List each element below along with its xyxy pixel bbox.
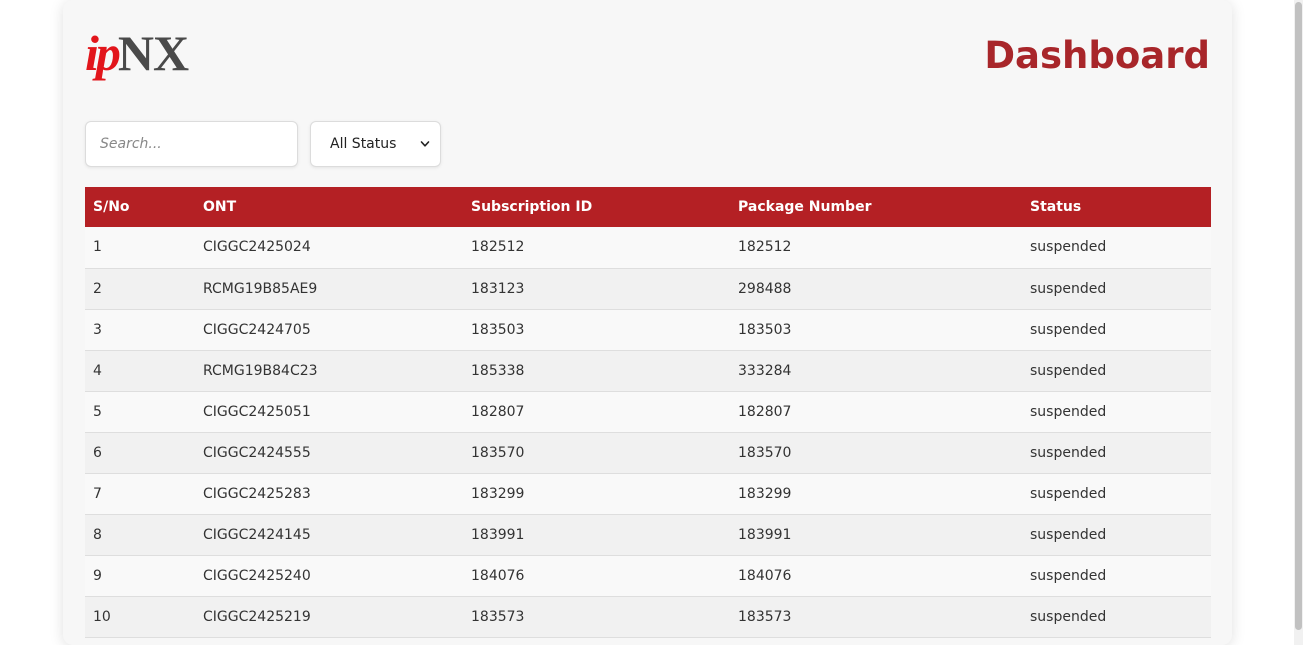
- cell-package-number: 183570: [730, 432, 1022, 474]
- cell-status: suspended: [1022, 555, 1211, 597]
- table-row[interactable]: 1 CIGGC2425024 182512 182512 suspended: [85, 227, 1211, 269]
- cell-package-number: 182512: [730, 227, 1022, 269]
- table-header-row: S/No ONT Subscription ID Package Number …: [85, 187, 1211, 227]
- scrollbar-thumb[interactable]: [1295, 2, 1302, 630]
- cell-subscription-id: 184076: [463, 555, 730, 597]
- cell-subscription-id: 183991: [463, 514, 730, 556]
- cell-ont: RCMG19B85AE9: [195, 268, 463, 310]
- column-header-package-number[interactable]: Package Number: [730, 187, 1022, 227]
- subscriptions-table: S/No ONT Subscription ID Package Number …: [85, 187, 1211, 638]
- cell-status: suspended: [1022, 596, 1211, 638]
- page-title: Dashboard: [984, 34, 1210, 77]
- cell-ont: CIGGC2425283: [195, 473, 463, 515]
- cell-status: suspended: [1022, 432, 1211, 474]
- table-row[interactable]: 7 CIGGC2425283 183299 183299 suspended: [85, 473, 1211, 515]
- cell-package-number: 184076: [730, 555, 1022, 597]
- cell-status: suspended: [1022, 514, 1211, 556]
- page-scrollbar[interactable]: [1294, 0, 1303, 645]
- ipnx-logo: ipNX: [85, 28, 235, 86]
- cell-sno: 4: [85, 350, 195, 392]
- cell-package-number: 182807: [730, 391, 1022, 433]
- cell-sno: 5: [85, 391, 195, 433]
- cell-subscription-id: 183570: [463, 432, 730, 474]
- logo-ip-text: ip: [85, 25, 121, 81]
- cell-package-number: 183573: [730, 596, 1022, 638]
- cell-ont: CIGGC2425051: [195, 391, 463, 433]
- cell-ont: RCMG19B84C23: [195, 350, 463, 392]
- cell-subscription-id: 182807: [463, 391, 730, 433]
- cell-package-number: 183503: [730, 309, 1022, 351]
- cell-status: suspended: [1022, 227, 1211, 269]
- status-filter-select[interactable]: All Status: [310, 121, 441, 167]
- column-header-status[interactable]: Status: [1022, 187, 1211, 227]
- table-row[interactable]: 6 CIGGC2424555 183570 183570 suspended: [85, 432, 1211, 474]
- column-header-subscription-id[interactable]: Subscription ID: [463, 187, 730, 227]
- table-row[interactable]: 3 CIGGC2424705 183503 183503 suspended: [85, 309, 1211, 351]
- logo-nx-text: NX: [117, 25, 189, 81]
- cell-package-number: 298488: [730, 268, 1022, 310]
- table-row[interactable]: 2 RCMG19B85AE9 183123 298488 suspended: [85, 268, 1211, 310]
- cell-package-number: 183299: [730, 473, 1022, 515]
- cell-subscription-id: 183123: [463, 268, 730, 310]
- cell-ont: CIGGC2424145: [195, 514, 463, 556]
- cell-subscription-id: 183503: [463, 309, 730, 351]
- cell-subscription-id: 182512: [463, 227, 730, 269]
- chevron-down-icon: [420, 141, 430, 147]
- table-row[interactable]: 5 CIGGC2425051 182807 182807 suspended: [85, 391, 1211, 433]
- cell-ont: CIGGC2425240: [195, 555, 463, 597]
- cell-status: suspended: [1022, 473, 1211, 515]
- cell-package-number: 333284: [730, 350, 1022, 392]
- cell-sno: 8: [85, 514, 195, 556]
- cell-sno: 1: [85, 227, 195, 269]
- cell-sno: 2: [85, 268, 195, 310]
- column-header-ont[interactable]: ONT: [195, 187, 463, 227]
- table-row[interactable]: 10 CIGGC2425219 183573 183573 suspended: [85, 596, 1211, 638]
- dashboard-card: ipNX Dashboard All Status S/No ONT Subsc…: [63, 0, 1232, 645]
- status-filter-value: All Status: [330, 136, 397, 152]
- table-row[interactable]: 4 RCMG19B84C23 185338 333284 suspended: [85, 350, 1211, 392]
- cell-package-number: 183991: [730, 514, 1022, 556]
- cell-status: suspended: [1022, 309, 1211, 351]
- cell-ont: CIGGC2425024: [195, 227, 463, 269]
- table-row[interactable]: 8 CIGGC2424145 183991 183991 suspended: [85, 514, 1211, 556]
- search-input[interactable]: [85, 121, 298, 167]
- column-header-sno[interactable]: S/No: [85, 187, 195, 227]
- cell-ont: CIGGC2424705: [195, 309, 463, 351]
- cell-status: suspended: [1022, 268, 1211, 310]
- cell-ont: CIGGC2424555: [195, 432, 463, 474]
- cell-sno: 7: [85, 473, 195, 515]
- cell-sno: 3: [85, 309, 195, 351]
- cell-sno: 10: [85, 596, 195, 638]
- cell-ont: CIGGC2425219: [195, 596, 463, 638]
- cell-sno: 6: [85, 432, 195, 474]
- cell-subscription-id: 183573: [463, 596, 730, 638]
- cell-status: suspended: [1022, 391, 1211, 433]
- table-row[interactable]: 9 CIGGC2425240 184076 184076 suspended: [85, 555, 1211, 597]
- cell-status: suspended: [1022, 350, 1211, 392]
- cell-subscription-id: 183299: [463, 473, 730, 515]
- cell-subscription-id: 185338: [463, 350, 730, 392]
- cell-sno: 9: [85, 555, 195, 597]
